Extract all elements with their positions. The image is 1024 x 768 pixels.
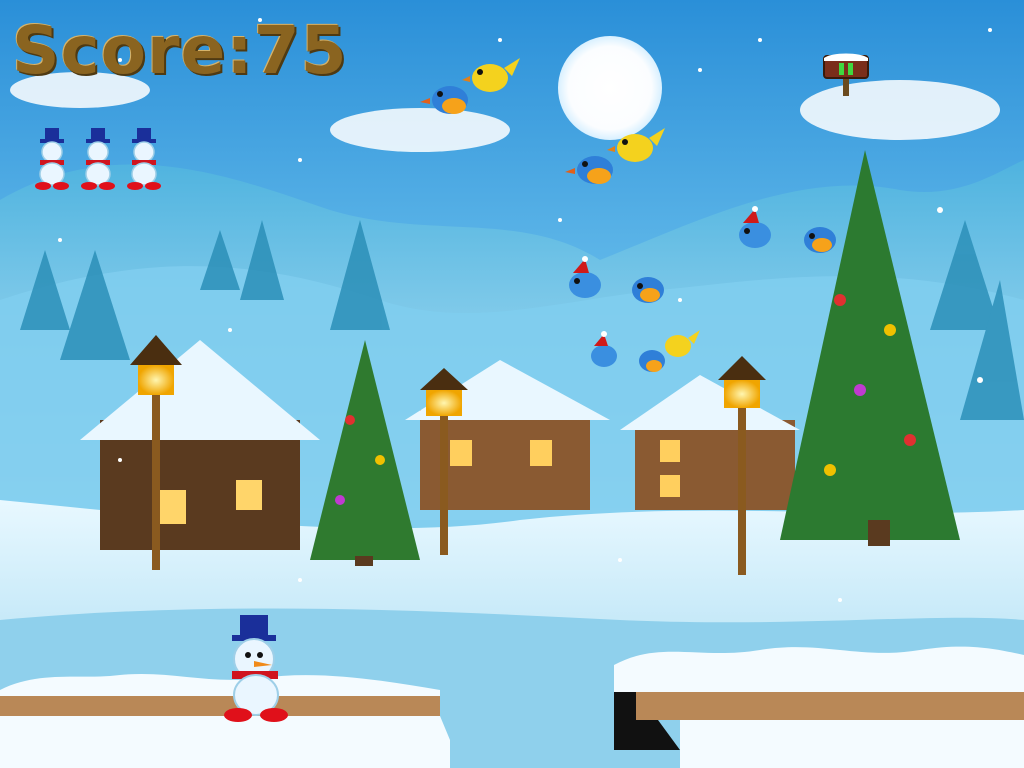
score-value: 75 [253, 12, 348, 89]
platform-right [614, 646, 1024, 768]
score-label: Score: [12, 12, 254, 89]
game-scene[interactable] [0, 0, 1024, 768]
bird-blue [632, 277, 664, 303]
life-snowman-icon [80, 128, 116, 192]
platform-left [0, 673, 450, 768]
moon [558, 36, 662, 140]
pause-button[interactable] [822, 52, 870, 96]
life-snowman-icon [126, 128, 162, 192]
bird-blue [639, 350, 665, 372]
lives-indicator [34, 128, 174, 192]
score-display: Score:75 [12, 18, 348, 84]
bird-blue [804, 227, 836, 253]
life-snowman-icon [34, 128, 70, 192]
